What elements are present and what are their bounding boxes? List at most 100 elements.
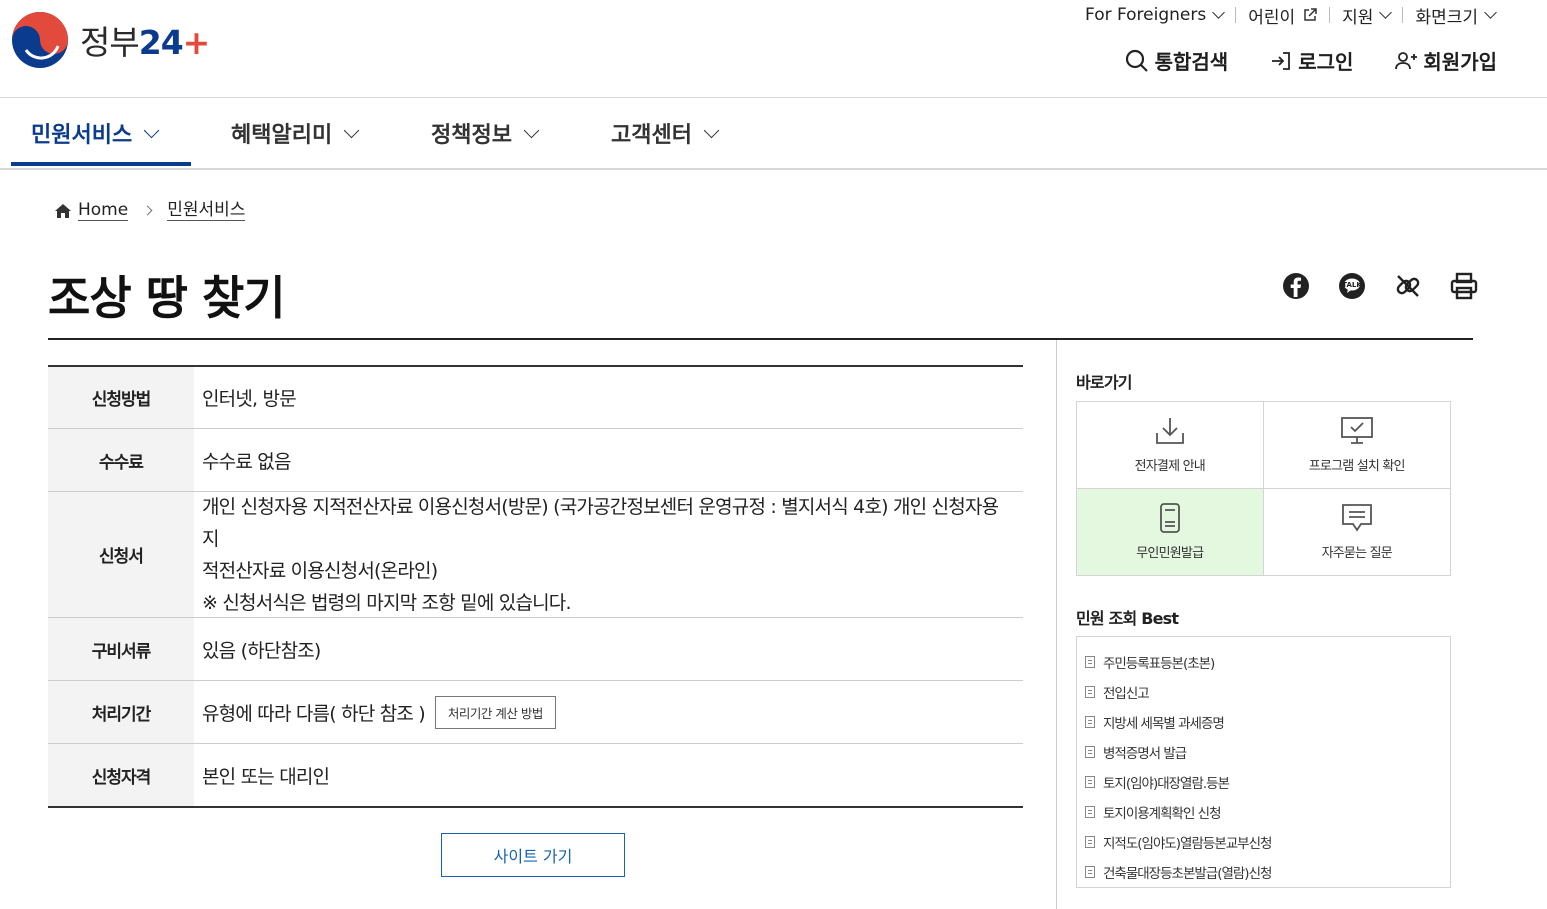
signup-button[interactable]: 회원가입 (1395, 46, 1497, 75)
row-header: 처리기간 (48, 681, 194, 743)
table-row: 신청서 개인 신청자용 지적전산자료 이용신청서(방문) (국가공간정보센터 운… (48, 492, 1023, 618)
document-icon (1085, 746, 1095, 758)
quick-link-kiosk[interactable]: 무인민원발급 (1077, 488, 1264, 575)
list-item[interactable]: 지방세 세목별 과세증명 (1077, 707, 1450, 737)
row-header: 신청서 (48, 492, 194, 617)
form-line: 개인 신청자용 지적전산자료 이용신청서(방문) (국가공간정보센터 운영규정 … (202, 495, 999, 550)
list-item[interactable]: 건축물대장등초본발급(열람)신청 (1077, 857, 1450, 887)
processing-period-text: 유형에 따라 다름( 하단 참조 ) (202, 702, 426, 725)
gov24-logo[interactable]: 정부24+ (10, 10, 210, 70)
quick-link-payment-guide[interactable]: 전자결제 안내 (1077, 402, 1264, 489)
row-header: 신청자격 (48, 744, 194, 806)
signup-label: 회원가입 (1423, 50, 1497, 74)
quick-link-label: 무인민원발급 (1136, 546, 1204, 562)
list-item[interactable]: 토지(임야)대장열람.등본 (1077, 767, 1450, 797)
gnb-item-benefit-alert[interactable]: 혜택알리미 (231, 98, 360, 168)
kids-link[interactable]: 어린이 (1236, 4, 1329, 28)
row-header: 신청방법 (48, 367, 194, 428)
list-item-label: 병적증명서 발급 (1103, 746, 1187, 762)
quick-link-program-check[interactable]: 프로그램 설치 확인 (1263, 402, 1450, 489)
chevron-down-icon (523, 122, 540, 138)
page-title: 조상 땅 찾기 (48, 271, 286, 325)
list-item-label: 건축물대장등초본발급(열람)신청 (1103, 866, 1272, 882)
gnb-label: 고객센터 (611, 123, 692, 148)
external-link-icon (1304, 8, 1317, 21)
list-item[interactable]: 전입신고 (1077, 677, 1450, 707)
gnb-label: 정책정보 (431, 123, 512, 148)
title-divider (48, 338, 1473, 340)
quick-link-label: 전자결제 안내 (1134, 459, 1206, 475)
row-value: 인터넷, 방문 (202, 388, 297, 410)
chevron-down-icon (1379, 6, 1393, 19)
list-item-label: 토지(임야)대장열람.등본 (1103, 776, 1230, 792)
chevron-down-icon (703, 122, 720, 138)
support-label: 지원 (1342, 7, 1374, 28)
table-row: 구비서류 있음 (하단참조) (48, 618, 1023, 681)
document-icon (1085, 776, 1095, 788)
table-row: 수수료 수수료 없음 (48, 429, 1023, 492)
document-icon (1085, 656, 1095, 668)
active-tab-indicator (11, 162, 191, 166)
kakao-icon[interactable]: TALK (1336, 270, 1368, 302)
gnb-item-customer-center[interactable]: 고객센터 (611, 98, 720, 168)
list-item-label: 전입신고 (1103, 686, 1150, 702)
member-menu: 통합검색 로그인 회원가입 (1125, 46, 1497, 75)
breadcrumb-separator-icon (142, 205, 153, 216)
row-header: 구비서류 (48, 618, 194, 680)
quick-links-title: 바로가기 (1076, 373, 1132, 392)
for-foreigners-menu[interactable]: For Foreigners (1073, 4, 1235, 26)
print-icon[interactable] (1448, 270, 1480, 302)
document-icon (1085, 836, 1095, 848)
service-info-table: 신청방법 인터넷, 방문 수수료 수수료 없음 신청서 개인 신청자용 지적전산… (48, 365, 1023, 808)
login-label: 로그인 (1298, 50, 1354, 74)
breadcrumb: Home 민원서비스 (54, 200, 246, 221)
list-item[interactable]: 지적도(임야도)열람등본교부신청 (1077, 827, 1450, 857)
form-line: 적전산자료 이용신청서(온라인) (202, 559, 438, 582)
document-icon (1085, 806, 1095, 818)
list-item-label: 지방세 세목별 과세증명 (1103, 716, 1225, 732)
row-value: 본인 또는 대리인 (202, 765, 330, 788)
quick-link-label: 자주묻는 질문 (1321, 546, 1393, 562)
processing-period-calc-button[interactable]: 처리기간 계산 방법 (434, 695, 556, 729)
for-foreigners-label: For Foreigners (1085, 5, 1207, 25)
list-item[interactable]: 병적증명서 발급 (1077, 737, 1450, 767)
svg-text:TALK: TALK (1342, 281, 1362, 289)
download-icon (1155, 418, 1184, 445)
go-to-site-button[interactable]: 사이트 가기 (441, 833, 625, 877)
quick-link-label: 프로그램 설치 확인 (1308, 459, 1406, 475)
table-row: 신청방법 인터넷, 방문 (48, 367, 1023, 429)
sidebar-divider (1056, 340, 1057, 909)
quick-link-faq[interactable]: 자주묻는 질문 (1264, 489, 1451, 576)
gnb-item-civil-service[interactable]: 민원서비스 (31, 98, 160, 168)
row-value: 수수료 없음 (202, 450, 291, 473)
link-icon[interactable] (1392, 270, 1424, 302)
row-value: 있음 (하단참조) (202, 639, 321, 662)
chevron-down-icon (1212, 6, 1226, 19)
kiosk-icon (1159, 503, 1180, 534)
list-item[interactable]: 주민등록표등본(초본) (1077, 647, 1450, 677)
facebook-icon[interactable] (1280, 270, 1312, 302)
share-tools: TALK (1280, 270, 1480, 302)
best-list-title: 민원 조회 Best (1076, 609, 1179, 628)
document-icon (1085, 686, 1095, 698)
monitor-check-icon (1340, 417, 1373, 445)
breadcrumb-current[interactable]: 민원서비스 (167, 200, 246, 221)
logo-text: 정부24+ (80, 23, 210, 62)
breadcrumb-home[interactable]: Home (78, 200, 129, 221)
gnb-label: 민원서비스 (31, 123, 133, 148)
document-icon (1085, 716, 1095, 728)
add-user-icon (1395, 51, 1418, 69)
search-icon (1125, 49, 1148, 72)
integrated-search-button[interactable]: 통합검색 (1125, 46, 1228, 75)
document-icon (1085, 866, 1095, 878)
quick-links: 전자결제 안내 프로그램 설치 확인 무인민원발급 자주묻는 질문 (1076, 401, 1451, 576)
site-header: 정부24+ For Foreigners 어린이 지원 화면크기 통합검색 로그… (0, 0, 1547, 98)
screen-size-menu[interactable]: 화면크기 (1403, 4, 1507, 28)
list-item[interactable]: 토지이용계획확인 신청 (1077, 797, 1450, 827)
row-value: 개인 신청자용 지적전산자료 이용신청서(방문) (국가공간정보센터 운영규정 … (194, 492, 1023, 617)
gnb-item-policy-info[interactable]: 정책정보 (431, 98, 540, 168)
login-button[interactable]: 로그인 (1270, 46, 1353, 75)
utility-menu: For Foreigners 어린이 지원 화면크기 (1073, 4, 1507, 28)
list-item-label: 토지이용계획확인 신청 (1103, 806, 1221, 822)
support-menu[interactable]: 지원 (1330, 4, 1402, 28)
